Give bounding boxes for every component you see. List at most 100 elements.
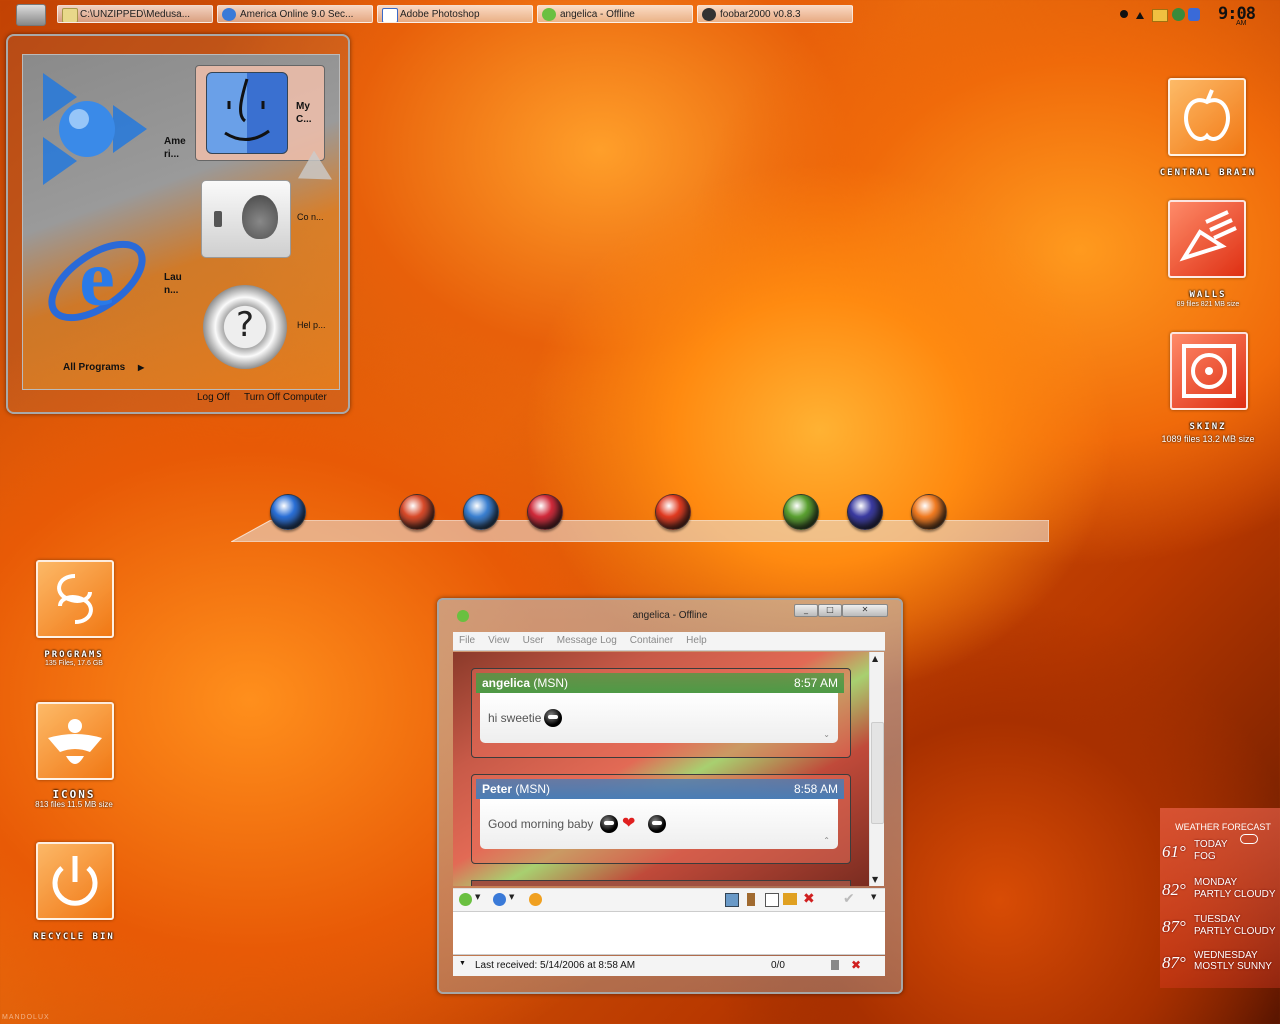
icons-sub: 813 files 11.5 MB size [35, 800, 113, 809]
info-icon[interactable] [493, 893, 506, 906]
message-header: Peter (MSN) 8:58 AM [476, 779, 844, 799]
weather-temp: 82° [1162, 880, 1186, 899]
programs-label: PROGRAMS [44, 650, 104, 660]
menu-help[interactable]: Help [686, 635, 707, 646]
power-icon [52, 856, 98, 906]
dropdown-arrow-icon[interactable]: ▼ [475, 893, 480, 901]
flower-orb-2-dock-icon[interactable] [463, 494, 499, 530]
icons-desktop-icon[interactable] [36, 702, 114, 780]
walls-desktop-icon[interactable] [1168, 200, 1246, 278]
minimize-button[interactable]: _ [794, 604, 818, 617]
menu-file[interactable]: File [459, 635, 475, 646]
task-label: C:\UNZIPPED\Medusa... [80, 9, 191, 20]
start-button[interactable] [16, 4, 46, 26]
start-item-control-panel-label[interactable]: Co n... [297, 211, 337, 224]
message-bubble: angelica (MSN) 8:57 AM hi sweetie ⌄ [471, 668, 851, 758]
checkmark-icon[interactable]: ✔ [843, 891, 855, 907]
aol-icon [43, 73, 147, 185]
dropdown-arrow-icon[interactable]: ▼ [459, 960, 466, 967]
task-button-photoshop[interactable]: Adobe Photoshop [377, 5, 533, 23]
message-bubble-partial [471, 880, 851, 886]
book-icon[interactable] [747, 893, 755, 906]
central-brain-label: CENTRAL BRAIN [1159, 168, 1257, 178]
message-sender: Peter [482, 782, 513, 796]
flower-orb-5-dock-icon[interactable] [783, 494, 819, 530]
cloud-icon [1240, 834, 1258, 844]
turn-off-button[interactable]: Turn Off Computer [244, 392, 327, 403]
start-item-ie-label[interactable]: Lau n... [164, 271, 194, 297]
foobar-icon [702, 8, 716, 21]
task-button-aol[interactable]: America Online 9.0 Sec... [217, 5, 373, 23]
tray-arrow-icon[interactable] [1136, 12, 1144, 19]
menu-view[interactable]: View [488, 635, 510, 646]
task-button-chat[interactable]: angelica - Offline [537, 5, 693, 23]
internet-explorer-dock-icon[interactable] [270, 494, 306, 530]
all-programs-label: All Programs [63, 362, 126, 373]
help-icon[interactable]: ? [203, 285, 287, 369]
menu-user[interactable]: User [523, 635, 544, 646]
start-item-my-computer-label: My C... [296, 101, 312, 125]
tray-network-icon[interactable] [1172, 8, 1185, 21]
weather-day: MONDAY [1194, 877, 1238, 888]
flower-orb-6-dock-icon[interactable] [911, 494, 947, 530]
block-icon[interactable]: ✖ [851, 958, 861, 972]
close-chat-icon[interactable]: ✖ [803, 891, 815, 907]
collapse-icon[interactable]: ⌃ [823, 836, 830, 845]
message-input[interactable] [453, 912, 885, 955]
emoticon-picker-icon[interactable] [529, 893, 542, 906]
task-button-explorer[interactable]: C:\UNZIPPED\Medusa... [57, 5, 213, 23]
weather-condition: MOSTLY SUNNY [1194, 961, 1272, 972]
send-file-icon[interactable] [783, 893, 797, 905]
weather-condition: PARTLY CLOUDY [1194, 889, 1276, 900]
user-menu-icon[interactable] [459, 893, 472, 906]
central-brain-desktop-icon[interactable] [1168, 78, 1246, 156]
dropdown-arrow-icon[interactable]: ▼ [509, 893, 514, 901]
start-item-help-label[interactable]: Hel p... [297, 319, 337, 332]
weather-title: WEATHER FORECAST [1175, 822, 1271, 832]
menu-container[interactable]: Container [630, 635, 673, 646]
tray-messenger-icon[interactable] [1188, 8, 1200, 21]
close-button[interactable]: ✕ [842, 604, 888, 617]
flower-orb-1-dock-icon[interactable] [399, 494, 435, 530]
message-scrollbar[interactable]: ▲ ▼ [869, 652, 884, 886]
star-orb-dock-icon[interactable] [847, 494, 883, 530]
tray-mail-icon[interactable] [1152, 9, 1168, 22]
scroll-thumb[interactable] [871, 722, 884, 824]
message-protocol: (MSN) [515, 782, 551, 796]
scroll-down-icon[interactable]: ▼ [872, 875, 878, 884]
start-item-aol-label[interactable]: Ame ri... [164, 135, 194, 161]
control-panel-icon[interactable] [201, 180, 291, 258]
message-sender: angelica [482, 676, 531, 690]
arrow-right-icon: ▶ [138, 363, 145, 372]
expand-icon[interactable]: ⌄ [823, 730, 830, 739]
svg-text:e: e [79, 235, 115, 323]
log-off-button[interactable]: Log Off [197, 392, 230, 403]
apple-outline-icon [1184, 89, 1230, 141]
message-body: Good morning baby ❤ ⌃ [480, 799, 838, 849]
all-programs-button[interactable]: All Programs ▶ [63, 361, 144, 374]
scroll-up-icon[interactable]: ▲ [872, 654, 878, 663]
start-item-aol[interactable] [37, 65, 149, 193]
programs-sub: 135 Files, 17.6 GB [45, 660, 103, 667]
task-button-foobar[interactable]: foobar2000 v0.8.3 [697, 5, 853, 23]
start-item-my-computer[interactable]: My C... [195, 65, 325, 161]
skinz-desktop-icon[interactable] [1170, 332, 1248, 410]
chat-menu-bar: File View User Message Log Container Help [453, 632, 885, 651]
flower-orb-4-dock-icon[interactable] [655, 494, 691, 530]
message-bubble: Peter (MSN) 8:58 AM Good morning baby ❤ … [471, 774, 851, 864]
flower-orb-3-dock-icon[interactable] [527, 494, 563, 530]
weather-widget[interactable]: WEATHER FORECAST 61° TODAY FOG 82° MONDA… [1160, 808, 1280, 988]
start-item-ie[interactable]: e [39, 223, 155, 339]
maximize-button[interactable]: □ [818, 604, 842, 617]
message-count: 0/0 [771, 960, 785, 971]
dropdown-arrow-icon[interactable]: ▼ [871, 893, 876, 901]
picture-icon[interactable] [725, 893, 739, 907]
speaker-icon[interactable] [831, 960, 839, 970]
programs-desktop-icon[interactable] [36, 560, 114, 638]
window-icon[interactable] [765, 893, 779, 907]
menu-message-log[interactable]: Message Log [557, 635, 617, 646]
weather-temp: 87° [1162, 953, 1186, 972]
recycle-bin-desktop-icon[interactable] [36, 842, 114, 920]
tray-app-icon[interactable] [1120, 10, 1128, 18]
weather-day: TUESDAY [1194, 914, 1241, 925]
